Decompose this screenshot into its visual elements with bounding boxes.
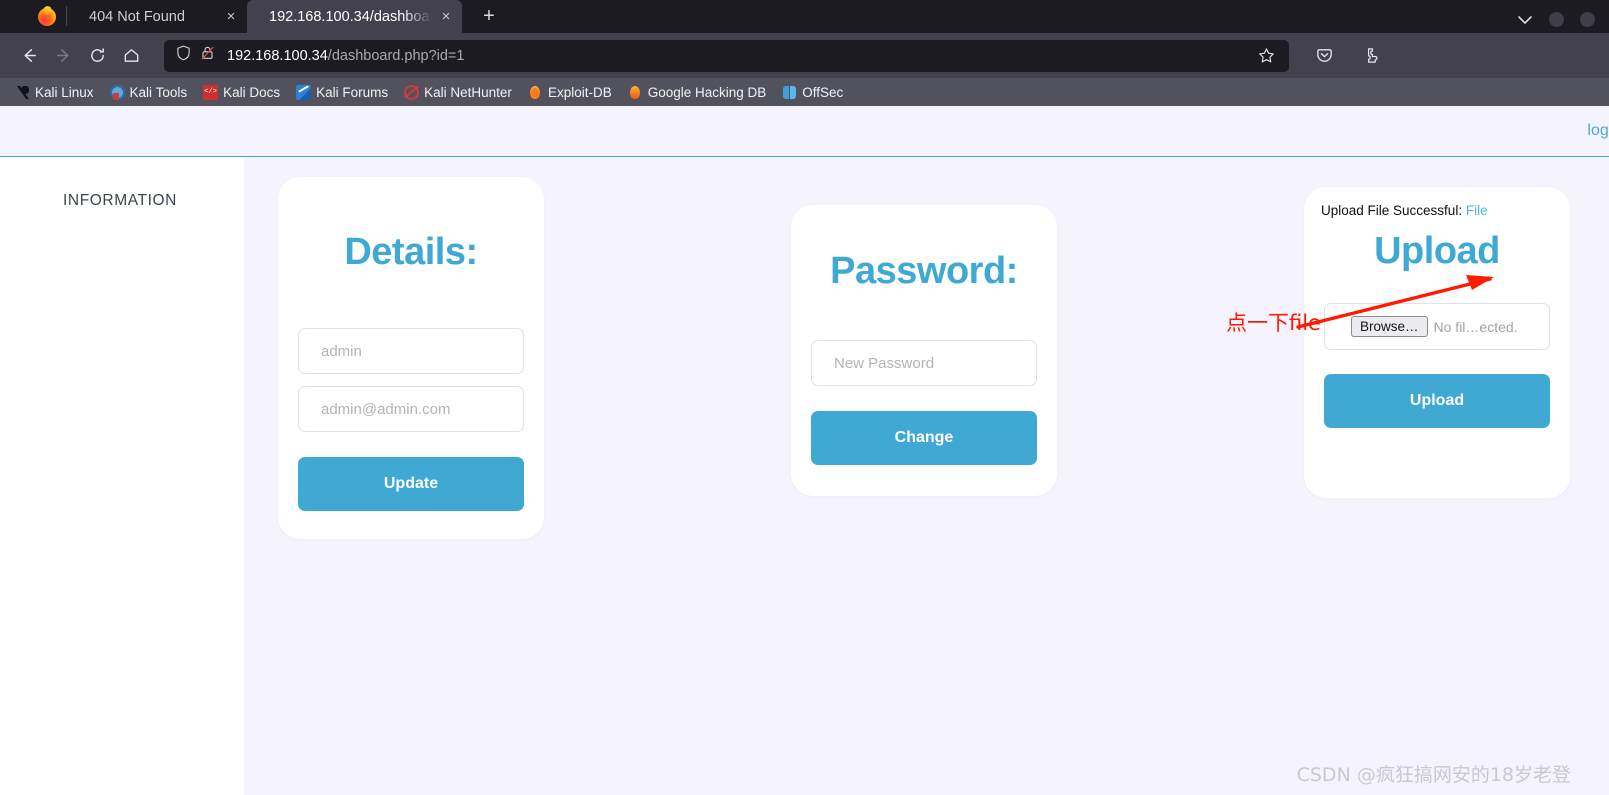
star-bookmark-icon[interactable] xyxy=(1251,41,1281,71)
window-control-maximize-icon[interactable] xyxy=(1580,12,1595,27)
tab-dashboard[interactable]: 192.168.100.34/dashboard.ph × xyxy=(247,0,462,33)
logout-link[interactable]: logout xyxy=(1587,122,1609,140)
uploaded-file-link[interactable]: File xyxy=(1466,203,1488,218)
tab-strip: 404 Not Found × 192.168.100.34/dashboard… xyxy=(0,0,1609,33)
no-file-selected-label: No fil…ected. xyxy=(1433,318,1518,335)
tracking-protection-shield-icon[interactable] xyxy=(176,45,191,66)
firefox-logo-icon xyxy=(38,8,56,26)
tab-label: 192.168.100.34/dashboard.ph xyxy=(269,8,432,25)
tab-404-not-found[interactable]: 404 Not Found × xyxy=(67,0,247,33)
reload-icon[interactable] xyxy=(80,40,114,72)
tab-label: 404 Not Found xyxy=(89,8,185,25)
password-card: Password: New Password Change xyxy=(791,205,1057,496)
sidebar-heading-information: INFORMATION xyxy=(63,192,177,209)
kali-tools-icon xyxy=(109,84,125,100)
close-icon[interactable]: × xyxy=(436,7,456,27)
page-body: INFORMATION Details: admin admin@admin.c… xyxy=(0,157,1609,795)
bookmark-label: OffSec xyxy=(802,84,844,100)
file-input[interactable]: Browse… No fil…ected. xyxy=(1324,303,1550,350)
upload-card: Upload File Successful: File Upload Brow… xyxy=(1304,187,1570,498)
google-hacking-db-icon xyxy=(628,85,643,100)
main-content: Details: admin admin@admin.com Update Pa… xyxy=(244,157,1609,795)
pocket-save-icon[interactable] xyxy=(1307,40,1341,72)
forward-arrow-icon[interactable] xyxy=(46,40,80,72)
extensions-puzzle-icon[interactable] xyxy=(1353,40,1387,72)
page-header: logout xyxy=(0,106,1609,157)
kali-docs-icon xyxy=(203,84,219,100)
url-path: /dashboard.php?id=1 xyxy=(327,47,465,64)
upload-button[interactable]: Upload xyxy=(1324,374,1550,428)
change-button[interactable]: Change xyxy=(811,411,1037,465)
bookmark-exploit-db[interactable]: Exploit-DB xyxy=(521,83,619,102)
bookmark-kali-tools[interactable]: Kali Tools xyxy=(103,83,195,102)
kali-forums-icon xyxy=(296,84,312,100)
bookmark-kali-nethunter[interactable]: Kali NetHunter xyxy=(397,83,519,102)
upload-status-message: Upload File Successful: File xyxy=(1304,187,1570,218)
bookmark-offsec[interactable]: OffSec xyxy=(775,83,850,102)
upload-card-title: Upload xyxy=(1374,230,1500,272)
bookmark-label: Google Hacking DB xyxy=(647,84,767,100)
bookmark-label: Kali Tools xyxy=(129,84,188,100)
exploit-db-icon xyxy=(528,85,543,100)
toolbar-right-buttons xyxy=(1297,40,1387,72)
bookmark-kali-forums[interactable]: Kali Forums xyxy=(289,83,395,102)
csdn-watermark: CSDN @疯狂搞网安的18岁老登 xyxy=(1296,764,1571,786)
sidebar: INFORMATION xyxy=(0,157,244,795)
chevron-down-icon[interactable] xyxy=(1517,13,1533,27)
tab-strip-controls xyxy=(1517,12,1609,33)
bookmark-google-hacking-db[interactable]: Google Hacking DB xyxy=(621,83,774,102)
web-page-viewport: logout INFORMATION Details: admin admin@… xyxy=(0,106,1609,795)
bookmarks-bar: Kali Linux Kali Tools Kali Docs Kali For… xyxy=(0,78,1609,106)
url-bar[interactable]: 192.168.100.34/dashboard.php?id=1 xyxy=(164,39,1289,72)
navigation-toolbar: 192.168.100.34/dashboard.php?id=1 xyxy=(0,33,1609,78)
kali-dragon-icon xyxy=(15,85,30,100)
back-arrow-icon[interactable] xyxy=(12,40,46,72)
url-text: 192.168.100.34/dashboard.php?id=1 xyxy=(227,48,1251,64)
window-control-minimize-icon[interactable] xyxy=(1549,12,1564,27)
home-icon[interactable] xyxy=(114,40,148,72)
bookmark-label: Kali Linux xyxy=(35,84,94,100)
url-host: 192.168.100.34 xyxy=(227,47,328,64)
insecure-connection-lock-icon[interactable] xyxy=(200,45,215,66)
bookmark-kali-docs[interactable]: Kali Docs xyxy=(196,83,287,102)
browser-window: 404 Not Found × 192.168.100.34/dashboard… xyxy=(0,0,1609,795)
bookmark-label: Kali NetHunter xyxy=(424,84,512,100)
username-input[interactable]: admin xyxy=(298,328,524,374)
details-card: Details: admin admin@admin.com Update xyxy=(278,177,544,539)
close-icon[interactable]: × xyxy=(221,7,241,27)
bookmark-label: Exploit-DB xyxy=(547,84,612,100)
bookmark-kali-linux[interactable]: Kali Linux xyxy=(8,83,101,102)
bookmark-label: Kali Docs xyxy=(223,84,281,100)
upload-status-prefix: Upload File Successful: xyxy=(1321,203,1463,218)
url-bar-identity-icons xyxy=(172,45,221,66)
offsec-icon xyxy=(782,85,797,100)
email-input[interactable]: admin@admin.com xyxy=(298,386,524,432)
new-tab-button[interactable]: + xyxy=(474,1,504,31)
update-button[interactable]: Update xyxy=(298,457,524,511)
bookmark-label: Kali Forums xyxy=(316,84,389,100)
password-card-title: Password: xyxy=(830,250,1018,292)
browse-button[interactable]: Browse… xyxy=(1351,316,1428,337)
kali-nethunter-icon xyxy=(404,84,420,100)
new-password-input[interactable]: New Password xyxy=(811,340,1037,386)
details-card-title: Details: xyxy=(344,231,478,273)
